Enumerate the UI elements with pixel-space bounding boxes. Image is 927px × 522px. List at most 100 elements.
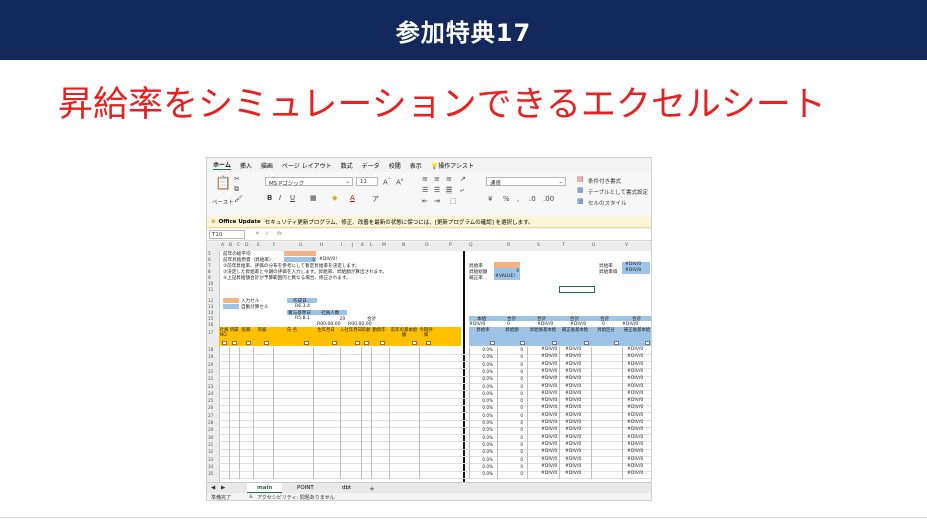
function-icon[interactable]: fx <box>277 231 282 237</box>
column-header-I[interactable]: I <box>341 243 342 248</box>
phonetic-icon[interactable]: ア <box>372 194 379 204</box>
align-right-icon[interactable]: ☰ <box>446 186 453 194</box>
merge-icon[interactable]: ⬚ <box>450 197 457 205</box>
tab-3[interactable]: ページ レイアウト <box>282 161 332 170</box>
fill-color-icon[interactable]: ◆ <box>332 194 337 202</box>
cell-styles-icon[interactable]: ▩ <box>577 197 584 205</box>
paste-icon[interactable]: 📋 <box>215 176 231 191</box>
column-header-A[interactable]: A <box>221 243 224 248</box>
indent-decrease-icon[interactable]: ⇤ <box>422 197 428 205</box>
tab-0[interactable]: ホーム <box>213 160 231 170</box>
column-header-L[interactable]: L <box>370 243 373 248</box>
cut-icon[interactable]: ✂ <box>234 175 240 183</box>
filter-dropdown-button[interactable] <box>332 341 337 345</box>
column-header-B[interactable]: B <box>229 243 232 248</box>
column-header-P[interactable]: P <box>449 243 452 248</box>
column-header-N[interactable]: N <box>402 243 405 248</box>
align-middle-icon[interactable]: ≡ <box>434 175 440 183</box>
filter-dropdown-button[interactable] <box>520 341 525 345</box>
filter-dropdown-button[interactable] <box>380 341 385 345</box>
info-text[interactable]: セキュリティ更新プログラム、修正、改善を最新の状態に保つには、[更新プログラムの… <box>265 218 534 226</box>
grow-font-icon[interactable]: A^ <box>383 177 391 186</box>
column-header-R[interactable]: R <box>507 243 510 248</box>
font-color-icon[interactable]: A <box>350 194 355 202</box>
filter-dropdown-button[interactable] <box>490 341 495 345</box>
column-header-G[interactable]: G <box>299 243 303 248</box>
tab-scroll-left-icon[interactable]: ◀ <box>211 485 215 491</box>
column-header-U[interactable]: U <box>592 243 595 248</box>
column-header-M[interactable]: M <box>382 243 386 248</box>
filter-dropdown-button[interactable] <box>232 341 237 345</box>
font-size-select[interactable]: 11 <box>356 177 378 186</box>
column-header-O[interactable]: O <box>425 243 429 248</box>
tab-scroll-right-icon[interactable]: ▶ <box>221 485 225 491</box>
conditional-format-label[interactable]: 条件付き書式 <box>588 177 621 185</box>
tab-point[interactable]: POINT <box>287 483 324 493</box>
column-header-D[interactable]: D <box>245 243 248 248</box>
increase-decimal-icon[interactable]: .0 <box>529 195 536 203</box>
table-format-label[interactable]: テーブルとして書式設定 <box>588 188 648 196</box>
sheet-grid[interactable]: 5 6 7 8 9 10 11 12 13 14 15 16 17 18 19 20 21 22 23 24 25 26 2… <box>207 251 651 482</box>
input-cell-top[interactable] <box>284 251 316 256</box>
border-icon[interactable]: ▦ <box>310 194 317 202</box>
cell-styles-label[interactable]: セルのスタイル <box>588 199 627 207</box>
filter-dropdown-button[interactable] <box>614 341 619 345</box>
filter-dropdown-button[interactable] <box>426 341 431 345</box>
cancel-icon[interactable]: ✕ <box>255 231 260 237</box>
tab-dbt[interactable]: dbt <box>332 483 361 493</box>
comma-icon[interactable]: , <box>517 195 519 203</box>
selected-cell-T10[interactable] <box>559 286 595 293</box>
column-header-F[interactable]: F <box>273 243 276 248</box>
filter-dropdown-button[interactable] <box>355 341 360 345</box>
column-header-V[interactable]: V <box>625 243 628 248</box>
filter-dropdown-button[interactable] <box>222 341 227 345</box>
tab-6[interactable]: 校閲 <box>389 161 401 170</box>
italic-icon[interactable]: I <box>279 194 281 202</box>
table-format-icon[interactable]: ▦ <box>577 186 584 194</box>
column-header-S[interactable]: S <box>537 243 540 248</box>
tab-main[interactable]: main <box>247 483 283 493</box>
name-box[interactable]: T10 <box>209 230 245 239</box>
align-top-icon[interactable]: ≡ <box>422 175 428 183</box>
currency-icon[interactable]: ¥ <box>488 195 492 203</box>
filter-dropdown-button[interactable] <box>246 341 251 345</box>
format-painter-icon[interactable]: 🖌 <box>234 195 243 203</box>
indent-increase-icon[interactable]: ⇥ <box>434 197 440 205</box>
tab-4[interactable]: 数式 <box>341 161 353 170</box>
shrink-font-icon[interactable]: Av <box>396 177 403 186</box>
add-sheet-icon[interactable]: + <box>369 485 375 493</box>
wrap-text-icon[interactable]: ⤶ <box>460 186 464 195</box>
column-header-H[interactable]: H <box>320 243 323 248</box>
column-header-T[interactable]: T <box>562 243 565 248</box>
filter-dropdown-button[interactable] <box>304 341 309 345</box>
filter-dropdown-button[interactable] <box>412 341 417 345</box>
column-header-C[interactable]: C <box>237 243 240 248</box>
filter-dropdown-button[interactable] <box>264 341 269 345</box>
column-header-Q[interactable]: Q <box>469 243 473 248</box>
filter-dropdown-button[interactable] <box>645 341 650 345</box>
tab-5[interactable]: データ <box>362 161 380 170</box>
decrease-decimal-icon[interactable]: .00 <box>543 195 554 203</box>
bold-icon[interactable]: B <box>267 194 272 202</box>
column-header-K[interactable]: K <box>361 243 364 248</box>
filter-dropdown-button[interactable] <box>552 341 557 345</box>
tab-2[interactable]: 描画 <box>261 161 273 170</box>
confirm-icon[interactable]: ✓ <box>265 231 270 237</box>
status-accessibility[interactable]: アクセシビリティ: 問題ありません <box>257 494 335 500</box>
tab-7[interactable]: 表示 <box>410 161 422 170</box>
tell-me-search[interactable]: 💡操作アシスト <box>431 161 474 170</box>
number-format-select[interactable]: 通貨 ⌄ <box>486 177 566 187</box>
underline-icon[interactable]: U <box>290 194 295 202</box>
align-bottom-icon[interactable]: ≡ <box>446 175 452 183</box>
tab-1[interactable]: 挿入 <box>240 161 252 170</box>
filter-dropdown-button[interactable] <box>584 341 589 345</box>
font-name-select[interactable]: MS Pゴシック ⌄ <box>265 177 353 187</box>
conditional-format-icon[interactable]: ▤ <box>577 175 584 183</box>
align-center-icon[interactable]: ☰ <box>434 186 440 194</box>
filter-dropdown-button[interactable] <box>364 341 369 345</box>
column-header-J[interactable]: J <box>352 243 353 248</box>
orientation-icon[interactable]: ↗ <box>460 175 466 183</box>
column-header-E[interactable]: E <box>257 243 260 248</box>
copy-icon[interactable]: ⧉ <box>234 185 239 194</box>
percent-icon[interactable]: % <box>503 195 510 203</box>
